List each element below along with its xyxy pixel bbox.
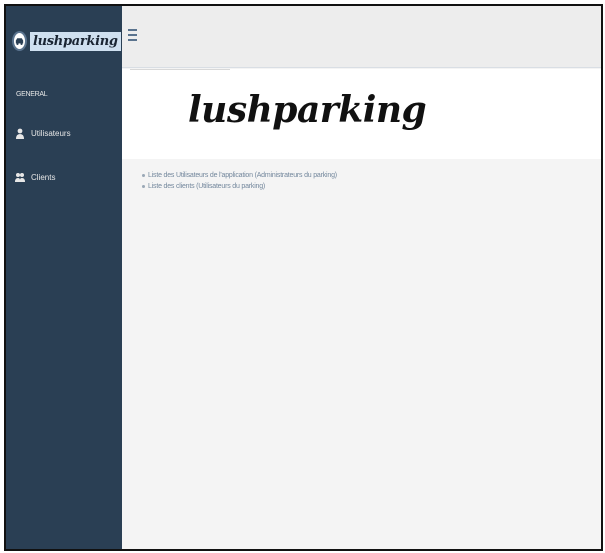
bullet-icon bbox=[142, 185, 145, 188]
sidebar: lushparking GENERAL Utilisateurs Clients bbox=[6, 6, 122, 549]
sidebar-item-label: Clients bbox=[31, 172, 56, 182]
sidebar-item-utilisateurs[interactable]: Utilisateurs bbox=[14, 127, 71, 139]
sidebar-item-clients[interactable]: Clients bbox=[14, 171, 55, 183]
hero-panel: lushparking bbox=[122, 69, 601, 159]
top-navbar bbox=[122, 6, 601, 68]
sidebar-section-title: GENERAL bbox=[16, 91, 48, 98]
app-window: lushparking GENERAL Utilisateurs Clients… bbox=[4, 4, 603, 551]
brand[interactable]: lushparking bbox=[8, 28, 121, 54]
hamburger-icon[interactable] bbox=[128, 29, 137, 41]
user-icon bbox=[14, 127, 26, 139]
brand-name[interactable]: lushparking bbox=[30, 31, 121, 51]
sidebar-item-label: Utilisateurs bbox=[31, 128, 71, 138]
link-users-list[interactable]: Liste des Utilisateurs de l'application … bbox=[148, 170, 337, 181]
divider bbox=[130, 69, 230, 70]
car-logo-icon bbox=[12, 31, 27, 51]
list-item: Liste des Utilisateurs de l'application … bbox=[142, 170, 337, 181]
link-list: Liste des Utilisateurs de l'application … bbox=[142, 170, 337, 192]
users-icon bbox=[14, 171, 26, 183]
bullet-icon bbox=[142, 174, 145, 177]
list-item: Liste des clients (Utilisateurs du parki… bbox=[142, 181, 337, 192]
page-title: lushparking bbox=[188, 89, 427, 131]
link-clients-list[interactable]: Liste des clients (Utilisateurs du parki… bbox=[148, 181, 265, 192]
